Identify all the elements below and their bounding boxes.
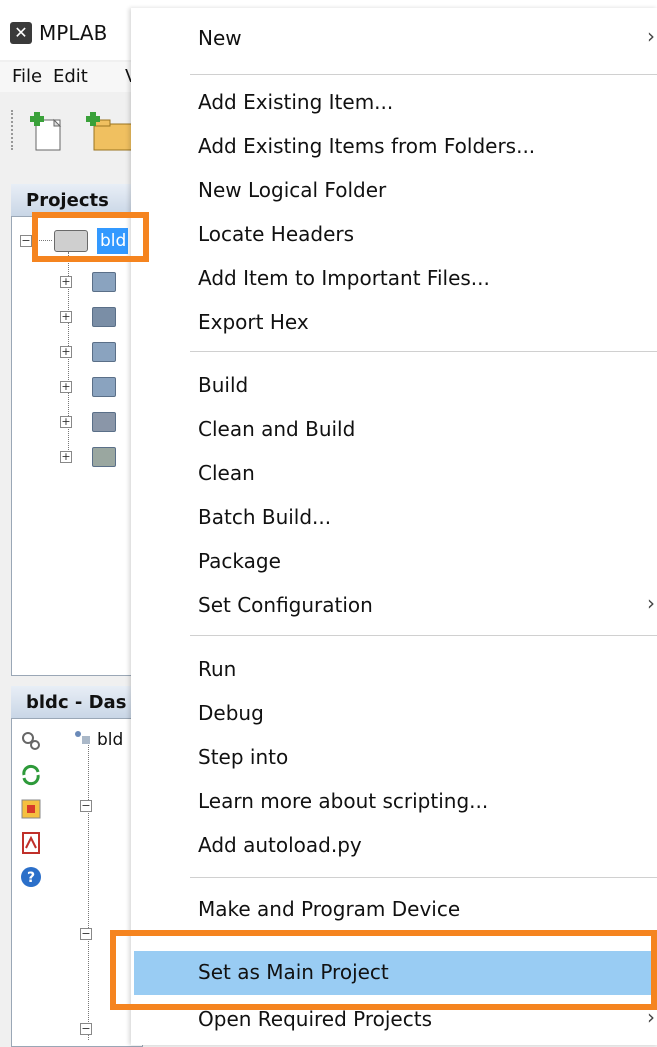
menu-separator [190,877,657,878]
settings-icon[interactable] [20,730,42,752]
menu-item-new[interactable]: New [198,26,242,50]
tree-expand-toggle[interactable]: + [60,346,72,358]
menu-separator [190,74,657,75]
new-project-icon[interactable] [84,112,134,154]
projects-tab-label: Projects [26,190,109,211]
refresh-icon[interactable] [20,764,42,786]
tree-connector [88,740,89,1040]
toolbar-grip[interactable] [11,110,17,150]
dashboard-tree-root[interactable]: bld [97,730,123,750]
menu-separator [190,351,657,352]
loadables-folder-icon[interactable] [92,447,116,467]
pdf-icon[interactable] [20,832,42,854]
menu-file[interactable]: File [12,66,42,87]
tree-expand-toggle[interactable]: + [60,381,72,393]
svg-text:?: ? [27,870,35,886]
menu-item-package[interactable]: Package [198,549,281,573]
header-files-folder-icon[interactable] [92,272,116,292]
submenu-arrow-icon: › [647,591,655,615]
menu-edit[interactable]: Edit [53,66,88,87]
menu-item-learn-scripting[interactable]: Learn more about scripting... [198,789,488,813]
menu-item-clean[interactable]: Clean [198,461,255,485]
tree-collapse-toggle[interactable]: − [80,928,92,940]
tree-collapse-toggle[interactable]: − [20,235,32,247]
libraries-folder-icon[interactable] [92,412,116,432]
annotation-project-highlight [32,212,149,262]
menu-separator [190,635,657,636]
linker-files-folder-icon[interactable] [92,342,116,362]
menu-item-build[interactable]: Build [198,373,248,397]
menu-item-add-existing-item[interactable]: Add Existing Item... [198,90,393,114]
tree-expand-toggle[interactable]: + [60,416,72,428]
menu-item-run[interactable]: Run [198,657,236,681]
tree-expand-toggle[interactable]: + [60,451,72,463]
source-files-folder-icon[interactable] [92,377,116,397]
menu-item-open-required-projects[interactable]: Open Required Projects [198,1007,432,1031]
help-icon[interactable]: ? [20,866,42,888]
menu-item-new-logical-folder[interactable]: New Logical Folder [198,178,386,202]
menu-item-locate-headers[interactable]: Locate Headers [198,222,354,246]
menu-item-step-into[interactable]: Step into [198,745,288,769]
menu-item-add-existing-items-from-folders[interactable]: Add Existing Items from Folders... [198,134,535,158]
submenu-arrow-icon: › [647,24,655,48]
annotation-menu-item-highlight [110,930,657,1010]
menu-item-add-autoload[interactable]: Add autoload.py [198,833,362,857]
menu-item-debug[interactable]: Debug [198,701,264,725]
tree-expand-toggle[interactable]: + [60,276,72,288]
tree-expand-toggle[interactable]: + [60,311,72,323]
important-files-folder-icon[interactable] [92,307,116,327]
tree-collapse-toggle[interactable]: − [80,1023,92,1035]
menu-item-batch-build[interactable]: Batch Build... [198,505,331,529]
menu-item-export-hex[interactable]: Export Hex [198,310,309,334]
menu-item-add-important-file[interactable]: Add Item to Important Files... [198,266,490,290]
new-file-icon[interactable] [28,112,66,154]
context-menu-gutter [131,8,187,1045]
mplab-logo-icon: ✕ [10,22,32,44]
menu-item-clean-and-build[interactable]: Clean and Build [198,417,355,441]
dashboard-tab-label: bldc - Das [26,692,127,713]
window-title: MPLAB [39,21,108,45]
project-tree-icon [75,731,90,744]
menu-item-make-and-program-device[interactable]: Make and Program Device [198,897,460,921]
tree-collapse-toggle[interactable]: − [80,800,92,812]
menu-item-set-configuration[interactable]: Set Configuration [198,593,373,617]
stop-icon[interactable] [20,798,42,820]
